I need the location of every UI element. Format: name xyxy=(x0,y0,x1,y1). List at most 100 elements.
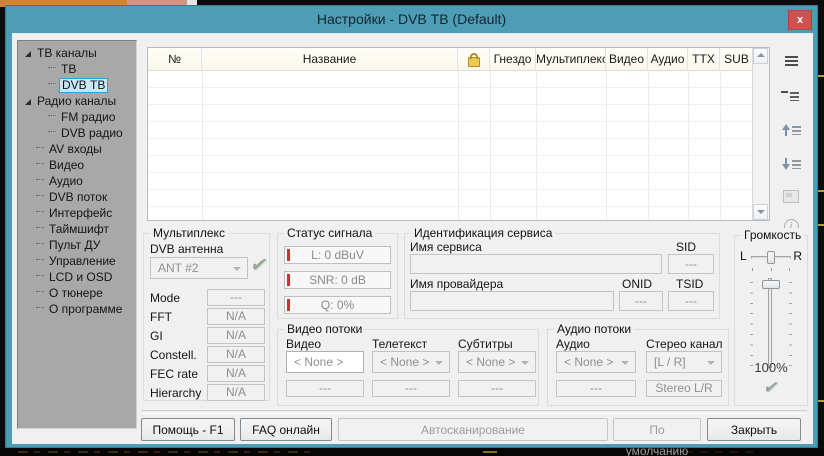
column-sub[interactable]: SUB xyxy=(720,48,753,70)
sidebar-item-remote[interactable]: Пульт ДУ xyxy=(18,237,136,253)
balance-right-label: R xyxy=(793,249,802,263)
help-button[interactable]: Помощь - F1 xyxy=(141,418,235,441)
stereo-select[interactable]: [L / R] xyxy=(646,351,722,373)
move-channel-up-icon[interactable] xyxy=(778,118,804,142)
edit-channel-icon[interactable] xyxy=(778,184,804,208)
sidebar-item-fm-radio[interactable]: FM радио xyxy=(18,109,136,125)
apply-antenna-icon[interactable]: ✔ xyxy=(248,254,270,277)
subtitles-label: Субтитры xyxy=(458,337,513,351)
onid-label: ONID xyxy=(622,277,652,291)
sid-label: SID xyxy=(676,240,696,254)
sidebar-item-tv-channels[interactable]: ТВ каналы xyxy=(18,45,136,61)
provider-field[interactable] xyxy=(410,291,614,311)
sidebar-item-av-inputs[interactable]: AV входы xyxy=(18,141,136,157)
column-video[interactable]: Видео xyxy=(606,48,648,70)
group-title: Статус сигнала xyxy=(284,226,375,240)
title-bar[interactable]: Настройки - DVB ТВ (Default) x xyxy=(6,6,817,33)
column-audio[interactable]: Аудио xyxy=(648,48,688,70)
tsid-label: TSID xyxy=(676,277,703,291)
sidebar-item-tv[interactable]: ТВ xyxy=(18,61,136,77)
remove-channel-icon[interactable] xyxy=(778,84,804,108)
sidebar-item-timeshift[interactable]: Таймшифт xyxy=(18,221,136,237)
tree-connector xyxy=(36,147,44,149)
desktop-artifact xyxy=(817,224,824,226)
group-title: Мультиплекс xyxy=(150,226,228,240)
group-title: Громкость xyxy=(741,228,804,242)
chevron-down-icon xyxy=(621,361,629,365)
tree-connector xyxy=(36,179,44,181)
settings-tree: ТВ каналы ТВ DVB ТВ Радио каналы FM ради… xyxy=(17,40,137,429)
balance-slider-thumb[interactable] xyxy=(767,251,775,264)
settings-dialog: Настройки - DVB ТВ (Default) x ТВ каналы… xyxy=(5,5,818,448)
window-title: Настройки - DVB ТВ (Default) xyxy=(317,11,506,27)
column-name[interactable]: Название xyxy=(202,48,458,70)
column-separator xyxy=(458,71,459,220)
autoscan-button[interactable]: Автосканирование xyxy=(338,418,608,441)
balance-left-label: L xyxy=(740,249,747,263)
video-select[interactable]: < None > xyxy=(286,351,364,373)
sidebar-item-radio-channels[interactable]: Радио каналы xyxy=(18,93,136,109)
column-ttx[interactable]: TTX xyxy=(688,48,720,70)
table-header: № Название Гнездо Мультиплекс Видео Ауди… xyxy=(148,48,753,71)
volume-slider[interactable] xyxy=(768,278,772,368)
sid-field: --- xyxy=(668,254,714,274)
volume-percent: 100% xyxy=(735,360,807,375)
faq-button[interactable]: FAQ онлайн xyxy=(240,418,332,441)
antenna-select[interactable]: ANT #2 xyxy=(150,257,248,279)
teletext-pid-field: --- xyxy=(372,380,450,397)
volume-slider-thumb[interactable] xyxy=(762,280,780,289)
expand-icon[interactable] xyxy=(25,99,31,105)
param-value: N/A xyxy=(207,327,265,344)
service-name-field[interactable] xyxy=(410,254,662,274)
column-separator xyxy=(648,71,649,220)
sidebar-item-dvb-stream[interactable]: DVB поток xyxy=(18,189,136,205)
column-lock[interactable] xyxy=(458,48,490,70)
expand-icon[interactable] xyxy=(25,51,31,57)
column-separator xyxy=(688,71,689,220)
tree-connector xyxy=(36,211,44,213)
tree-connector xyxy=(48,131,56,133)
column-separator xyxy=(720,71,721,220)
column-number[interactable]: № xyxy=(148,48,202,70)
desktop-artifact xyxy=(817,190,824,192)
volume-ticks xyxy=(750,282,753,366)
sidebar-item-control[interactable]: Управление xyxy=(18,253,136,269)
param-label: Hierarchy xyxy=(150,386,201,400)
close-icon[interactable]: x xyxy=(788,10,812,30)
column-multiplex[interactable]: Мультиплекс xyxy=(536,48,606,70)
subtitles-select[interactable]: < None > xyxy=(458,351,536,373)
move-channel-down-icon[interactable] xyxy=(778,152,804,176)
antenna-label: DVB антенна xyxy=(150,242,223,256)
table-scrollbar[interactable] xyxy=(752,48,769,220)
param-label: FEC rate xyxy=(150,367,198,381)
volume-group: Громкость L R 100% ✔ xyxy=(734,235,808,406)
scroll-down-icon[interactable] xyxy=(753,204,768,220)
param-value: N/A xyxy=(207,365,265,382)
audio-select[interactable]: < None > xyxy=(556,351,636,373)
lock-icon xyxy=(468,57,480,67)
sidebar-item-lcd-osd[interactable]: LCD и OSD xyxy=(18,269,136,285)
sidebar-item-video[interactable]: Видео xyxy=(18,157,136,173)
sidebar-item-audio[interactable]: Аудио xyxy=(18,173,136,189)
param-label: Mode xyxy=(150,291,180,305)
teletext-select[interactable]: < None > xyxy=(372,351,450,373)
close-button[interactable]: Закрыть xyxy=(707,418,801,441)
audio-streams-group: Аудио потоки Аудио Стерео канал < None >… xyxy=(547,329,729,406)
video-label: Видео xyxy=(286,337,321,351)
sidebar-item-about-program[interactable]: О программе xyxy=(18,301,136,317)
group-title: Идентификация сервиса xyxy=(411,226,555,240)
scroll-up-icon[interactable] xyxy=(753,48,768,64)
balance-tick xyxy=(752,268,753,271)
video-streams-group: Видео потоки Видео Телетекст Субтитры < … xyxy=(277,329,539,406)
apply-volume-icon[interactable]: ✔ xyxy=(761,378,780,398)
defaults-button[interactable]: По умолчанию xyxy=(613,418,701,441)
multiplex-group: Мультиплекс DVB антенна ANT #2 ✔ Mode --… xyxy=(143,233,270,401)
channel-list-icon[interactable] xyxy=(778,50,804,74)
sidebar-item-dvb-radio[interactable]: DVB радио xyxy=(18,125,136,141)
sidebar-item-interface[interactable]: Интерфейс xyxy=(18,205,136,221)
balance-tick xyxy=(789,268,790,271)
sidebar-item-about-tuner[interactable]: О тюнере xyxy=(18,285,136,301)
column-slot[interactable]: Гнездо xyxy=(490,48,536,70)
audio-label: Аудио xyxy=(556,337,590,351)
sidebar-item-dvb-tv[interactable]: DVB ТВ xyxy=(18,77,136,93)
